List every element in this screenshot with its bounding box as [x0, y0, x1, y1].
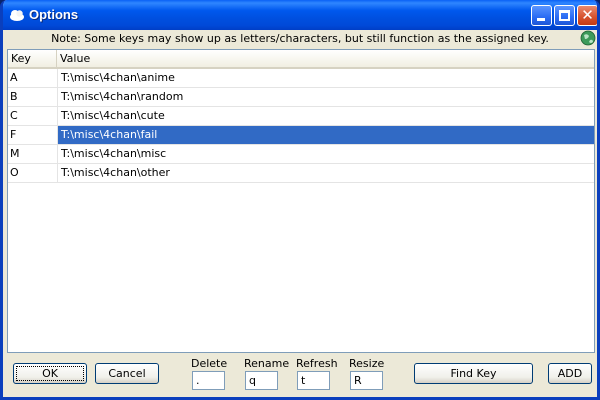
delete-label: Delete: [191, 357, 228, 370]
add-button[interactable]: ADD: [548, 363, 592, 384]
value-cell: T:\misc\4chan\other: [57, 164, 594, 182]
value-cell: T:\misc\4chan\random: [57, 88, 594, 106]
list-item-selected[interactable]: F T:\misc\4chan\fail: [8, 126, 594, 145]
resize-label: Resize: [349, 357, 385, 370]
list-item[interactable]: A T:\misc\4chan\anime: [8, 69, 594, 88]
list-item[interactable]: B T:\misc\4chan\random: [8, 88, 594, 107]
key-cell: B: [10, 90, 18, 103]
cloud-app-icon: [10, 10, 24, 21]
delete-key-field[interactable]: [192, 371, 225, 390]
column-header-key[interactable]: Key: [8, 50, 57, 67]
globe-icon: [580, 30, 596, 46]
rename-key-field[interactable]: [245, 371, 278, 390]
value-cell: T:\misc\4chan\cute: [57, 107, 594, 125]
rename-label: Rename: [244, 357, 290, 370]
options-window: Options ✕ Note: Some keys may show up as…: [0, 0, 600, 400]
minimize-icon: [537, 18, 545, 21]
focus-rectangle: [16, 366, 84, 381]
window-title: Options: [29, 7, 79, 22]
key-cell: O: [10, 166, 19, 179]
close-icon: ✕: [581, 6, 594, 24]
find-key-button[interactable]: Find Key: [414, 363, 533, 384]
key-cell: F: [10, 128, 17, 141]
bottom-bar: OK Cancel Delete Rename Refresh Resize F…: [3, 355, 597, 397]
list-item[interactable]: O T:\misc\4chan\other: [8, 164, 594, 183]
list-item[interactable]: M T:\misc\4chan\misc: [8, 145, 594, 164]
value-cell: T:\misc\4chan\anime: [57, 69, 594, 87]
key-cell: C: [10, 109, 18, 122]
key-cell: M: [10, 147, 20, 160]
title-bar[interactable]: Options ✕: [3, 0, 597, 30]
value-cell: T:\misc\4chan\fail: [57, 126, 594, 144]
refresh-label: Refresh: [296, 357, 338, 370]
column-header-value[interactable]: Value: [57, 50, 594, 67]
info-note: Note: Some keys may show up as letters/c…: [51, 32, 549, 45]
resize-key-field[interactable]: [350, 371, 383, 390]
list-item[interactable]: C T:\misc\4chan\cute: [8, 107, 594, 126]
ok-button[interactable]: OK: [13, 363, 87, 384]
list-header: Key Value: [8, 50, 594, 69]
close-button[interactable]: ✕: [577, 5, 597, 26]
value-cell: T:\misc\4chan\misc: [57, 145, 594, 163]
refresh-key-field[interactable]: [297, 371, 330, 390]
minimize-button[interactable]: [531, 5, 552, 26]
cancel-button[interactable]: Cancel: [95, 363, 159, 384]
maximize-button[interactable]: [554, 5, 575, 26]
key-list[interactable]: Key Value A T:\misc\4chan\anime B T:\mis…: [7, 49, 595, 353]
key-cell: A: [10, 71, 18, 84]
list-rows: A T:\misc\4chan\anime B T:\misc\4chan\ra…: [8, 69, 594, 183]
maximize-icon: [559, 10, 570, 21]
